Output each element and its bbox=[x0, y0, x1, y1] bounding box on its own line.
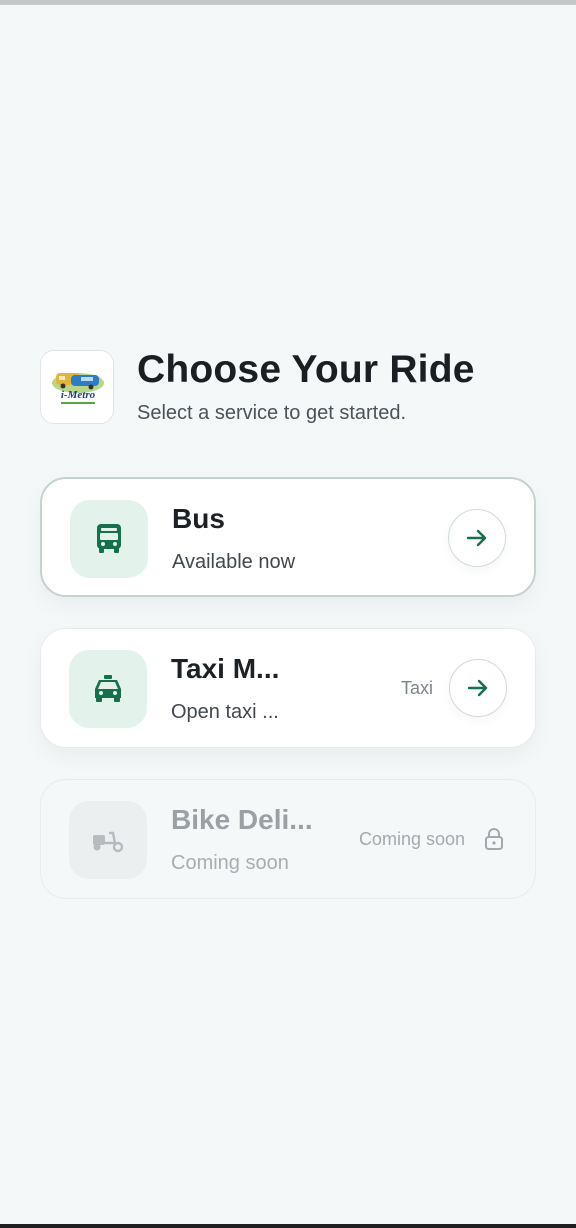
logo-wordmark: i-Metro bbox=[61, 389, 96, 401]
service-subtitle: Open taxi ... bbox=[171, 701, 279, 723]
service-card-taxi[interactable]: Taxi M... Open taxi ... Taxi bbox=[40, 628, 536, 748]
go-bus-button[interactable] bbox=[448, 509, 506, 567]
bus-icon-tile bbox=[70, 500, 148, 578]
service-title: Bus bbox=[172, 503, 225, 534]
scooter-icon bbox=[93, 831, 124, 853]
service-title: Bike Deli... bbox=[171, 804, 313, 835]
status-bar-strip bbox=[0, 0, 576, 5]
service-subtitle: Coming soon bbox=[171, 852, 289, 874]
service-card-bike-delivery: Bike Deli... Coming soon Coming soon bbox=[40, 779, 536, 899]
service-tag: Coming soon bbox=[358, 829, 465, 849]
arrow-right-icon bbox=[467, 679, 488, 697]
service-subtitle: Available now bbox=[172, 551, 296, 573]
scooter-icon-tile bbox=[69, 801, 147, 879]
taxi-icon bbox=[95, 675, 121, 702]
service-title: Taxi M... bbox=[171, 653, 280, 684]
page-title: Choose Your Ride bbox=[137, 348, 475, 391]
go-taxi-button[interactable] bbox=[449, 659, 507, 717]
page-header: i-Metro Choose Your Ride Select a servic… bbox=[40, 348, 540, 430]
bus-icon bbox=[97, 524, 121, 553]
service-card-bus[interactable]: Bus Available now bbox=[40, 477, 536, 597]
page-subtitle: Select a service to get started. bbox=[137, 402, 407, 424]
taxi-icon-tile bbox=[69, 650, 147, 728]
app-logo: i-Metro bbox=[40, 350, 114, 424]
navigation-bar-strip bbox=[0, 1224, 576, 1228]
service-tag: Taxi bbox=[400, 678, 433, 698]
lock-icon bbox=[483, 826, 505, 852]
arrow-right-icon bbox=[466, 529, 487, 547]
logo-image: i-Metro bbox=[41, 351, 113, 423]
